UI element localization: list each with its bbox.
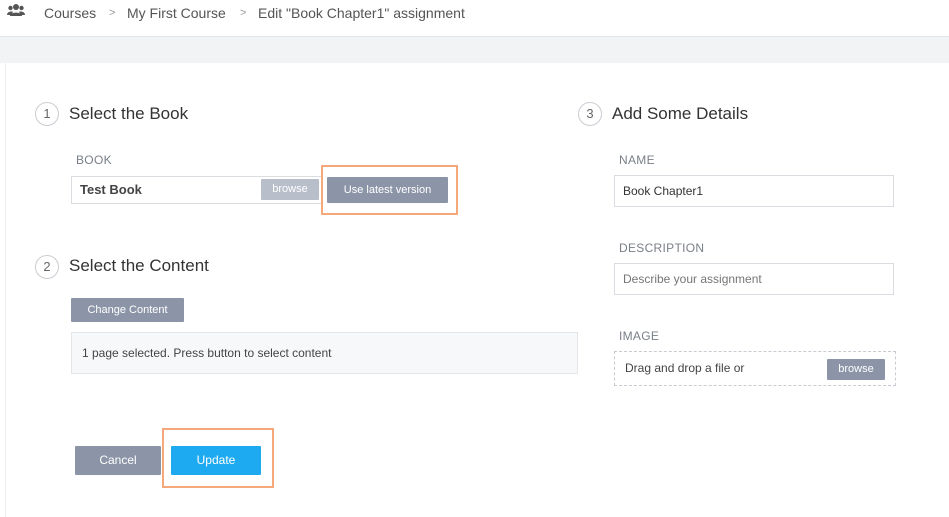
change-content-button[interactable]: Change Content [71, 298, 184, 322]
content-status: 1 page selected. Press button to select … [71, 332, 578, 374]
breadcrumb-separator: > [240, 7, 247, 19]
image-browse-button[interactable]: browse [827, 359, 885, 380]
breadcrumb-course[interactable]: My First Course [127, 4, 226, 22]
breadcrumb-courses[interactable]: Courses [44, 4, 96, 22]
step-1-number: 1 [35, 102, 59, 126]
book-browse-button[interactable]: browse [261, 179, 319, 200]
book-label: BOOK [76, 153, 112, 167]
description-field[interactable] [614, 263, 894, 295]
step-3-number: 3 [578, 102, 602, 126]
name-label: NAME [619, 153, 655, 167]
use-latest-version-button[interactable]: Use latest version [327, 177, 448, 203]
dropzone-text: Drag and drop a file or [625, 361, 745, 375]
step-2-number: 2 [35, 255, 59, 279]
breadcrumb-separator: > [109, 7, 116, 19]
top-bar: Courses > My First Course > Edit "Book C… [0, 0, 949, 37]
users-icon [7, 4, 25, 16]
header-band [0, 37, 949, 63]
name-field[interactable] [614, 175, 894, 207]
cancel-button[interactable]: Cancel [75, 446, 161, 475]
description-label: DESCRIPTION [619, 241, 705, 255]
book-value: Test Book [80, 182, 142, 197]
step-3-title: Add Some Details [612, 104, 749, 123]
update-button[interactable]: Update [171, 446, 261, 475]
step-2-title: Select the Content [69, 256, 209, 275]
image-label: IMAGE [619, 329, 660, 343]
breadcrumb-current: Edit "Book Chapter1" assignment [258, 5, 465, 21]
step-1-title: Select the Book [69, 104, 189, 123]
